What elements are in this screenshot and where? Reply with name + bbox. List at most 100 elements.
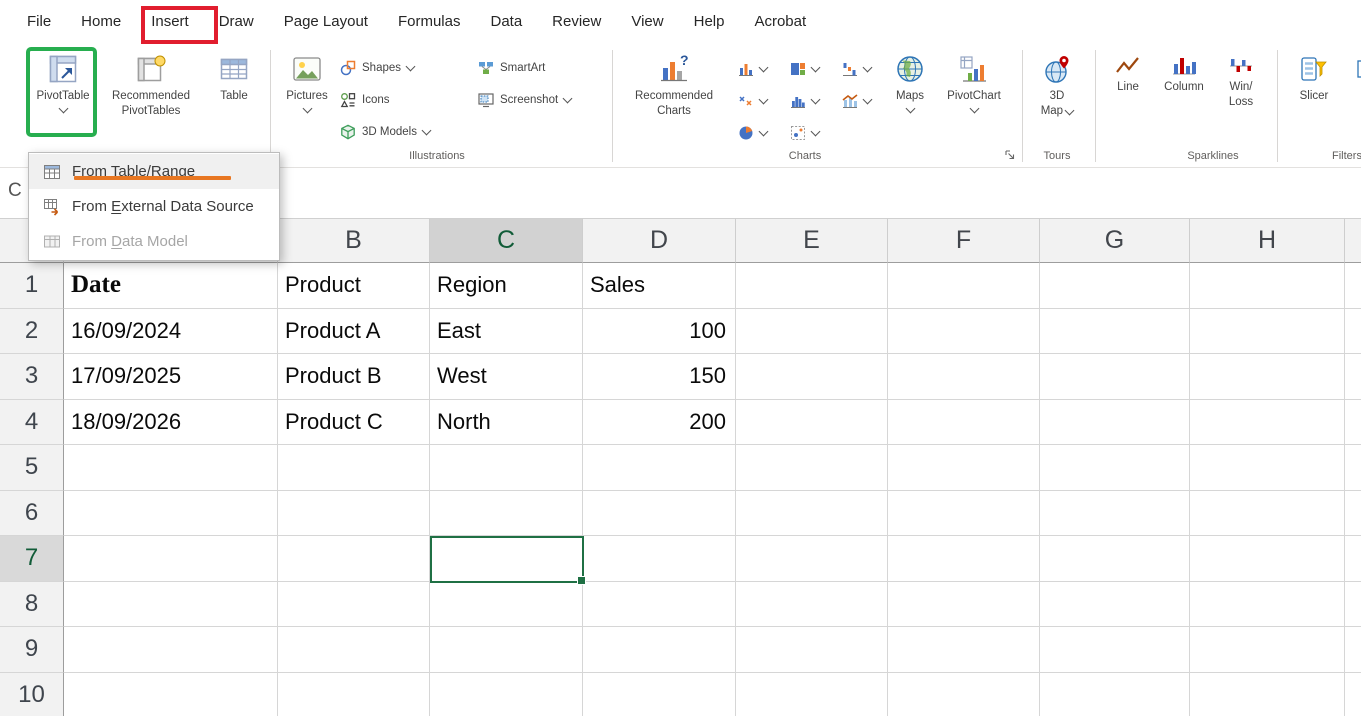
cell[interactable]	[1040, 308, 1190, 354]
cell-C7-selected[interactable]	[430, 536, 583, 582]
insert-hierarchy-chart-button[interactable]	[789, 56, 835, 82]
insert-scatter-chart-button[interactable]	[737, 88, 783, 114]
cell-D4[interactable]: 200	[583, 399, 736, 445]
cell[interactable]	[1040, 627, 1190, 673]
cell[interactable]	[888, 490, 1040, 536]
cell[interactable]	[888, 627, 1040, 673]
cell-D2[interactable]: 100	[583, 308, 736, 354]
column-header-H[interactable]: H	[1190, 218, 1345, 263]
insert-statistic-chart-button[interactable]	[789, 88, 835, 114]
tab-draw[interactable]: Draw	[204, 0, 269, 44]
column-header-D[interactable]: D	[583, 218, 736, 263]
cell[interactable]	[736, 627, 888, 673]
cell[interactable]	[64, 627, 278, 673]
cell[interactable]	[888, 672, 1040, 716]
insert-bubble-chart-button[interactable]	[789, 120, 835, 146]
cell-B3[interactable]: Product B	[278, 354, 430, 400]
cell-D1[interactable]: Sales	[583, 263, 736, 309]
pivotchart-button[interactable]: PivotChart	[942, 50, 1006, 138]
icons-button[interactable]: Icons	[340, 88, 390, 112]
insert-waterfall-chart-button[interactable]	[841, 56, 887, 82]
tab-file[interactable]: File	[12, 0, 66, 44]
cell[interactable]	[430, 490, 583, 536]
cell[interactable]	[736, 490, 888, 536]
cell-D3[interactable]: 150	[583, 354, 736, 400]
3d-models-button[interactable]: 3D Models	[340, 120, 432, 144]
sparkline-winloss-button[interactable]: Win/ Loss	[1216, 54, 1266, 108]
tab-home[interactable]: Home	[66, 0, 136, 44]
timeline-button[interactable]: Tim	[1346, 50, 1361, 138]
column-header-F[interactable]: F	[888, 218, 1040, 263]
cell-A2[interactable]: 16/09/2024	[64, 308, 278, 354]
cell[interactable]	[1190, 354, 1345, 400]
cell[interactable]	[1190, 672, 1345, 716]
row-header-7[interactable]: 7	[0, 536, 64, 582]
menu-item-from-external-data-source[interactable]: From External Data Source	[29, 189, 279, 224]
row-header-1[interactable]: 1	[0, 263, 64, 309]
cell[interactable]	[430, 445, 583, 491]
tab-insert[interactable]: Insert	[136, 0, 204, 44]
cell-B4[interactable]: Product C	[278, 399, 430, 445]
cell-A1[interactable]: Date	[64, 263, 278, 309]
cell[interactable]	[1040, 445, 1190, 491]
cell-C2[interactable]: East	[430, 308, 583, 354]
sparkline-line-button[interactable]: Line	[1106, 54, 1150, 93]
cell[interactable]	[583, 581, 736, 627]
row-header-3[interactable]: 3	[0, 354, 64, 400]
cell-B2[interactable]: Product A	[278, 308, 430, 354]
cell[interactable]	[1190, 263, 1345, 309]
sparkline-column-button[interactable]: Column	[1158, 54, 1210, 93]
cell[interactable]	[888, 354, 1040, 400]
cell[interactable]	[278, 490, 430, 536]
row-header-2[interactable]: 2	[0, 308, 64, 354]
cell-C4[interactable]: North	[430, 399, 583, 445]
cell[interactable]	[1190, 399, 1345, 445]
cell-C1[interactable]: Region	[430, 263, 583, 309]
cell-B1[interactable]: Product	[278, 263, 430, 309]
cell[interactable]	[888, 536, 1040, 582]
cell[interactable]	[736, 399, 888, 445]
maps-button[interactable]: Maps	[886, 50, 934, 138]
cell[interactable]	[1190, 308, 1345, 354]
cell[interactable]	[888, 399, 1040, 445]
cell[interactable]	[1190, 627, 1345, 673]
row-header-9[interactable]: 9	[0, 627, 64, 673]
cell[interactable]	[1040, 354, 1190, 400]
cell[interactable]	[64, 445, 278, 491]
row-header-10[interactable]: 10	[0, 672, 64, 716]
cell-A4[interactable]: 18/09/2026	[64, 399, 278, 445]
tab-page-layout[interactable]: Page Layout	[269, 0, 383, 44]
pictures-button[interactable]: Pictures	[281, 50, 333, 138]
cell[interactable]	[888, 581, 1040, 627]
cell[interactable]	[736, 536, 888, 582]
tab-view[interactable]: View	[616, 0, 678, 44]
insert-combo-chart-button[interactable]	[841, 88, 887, 114]
tab-help[interactable]: Help	[679, 0, 740, 44]
cell[interactable]	[1040, 581, 1190, 627]
cell-C3[interactable]: West	[430, 354, 583, 400]
column-header-E[interactable]: E	[736, 218, 888, 263]
tab-data[interactable]: Data	[475, 0, 537, 44]
row-header-8[interactable]: 8	[0, 581, 64, 627]
recommended-pivottables-button[interactable]: Recommended PivotTables	[100, 50, 202, 138]
cell[interactable]	[1040, 263, 1190, 309]
cell[interactable]	[736, 263, 888, 309]
cell[interactable]	[64, 581, 278, 627]
tab-formulas[interactable]: Formulas	[383, 0, 476, 44]
row-header-6[interactable]: 6	[0, 490, 64, 536]
smartart-button[interactable]: SmartArt	[478, 56, 545, 80]
cell[interactable]	[583, 490, 736, 536]
insert-pie-chart-button[interactable]	[737, 120, 783, 146]
menu-item-from-table-range[interactable]: From Table/Range	[29, 154, 279, 189]
tab-acrobat[interactable]: Acrobat	[739, 0, 821, 44]
cell[interactable]	[583, 445, 736, 491]
row-header-5[interactable]: 5	[0, 445, 64, 491]
cell[interactable]	[64, 672, 278, 716]
cell[interactable]	[278, 627, 430, 673]
insert-column-chart-button[interactable]	[737, 56, 783, 82]
cell[interactable]	[888, 308, 1040, 354]
cell[interactable]	[1190, 490, 1345, 536]
cell[interactable]	[1040, 672, 1190, 716]
cell[interactable]	[64, 536, 278, 582]
cell[interactable]	[1190, 581, 1345, 627]
